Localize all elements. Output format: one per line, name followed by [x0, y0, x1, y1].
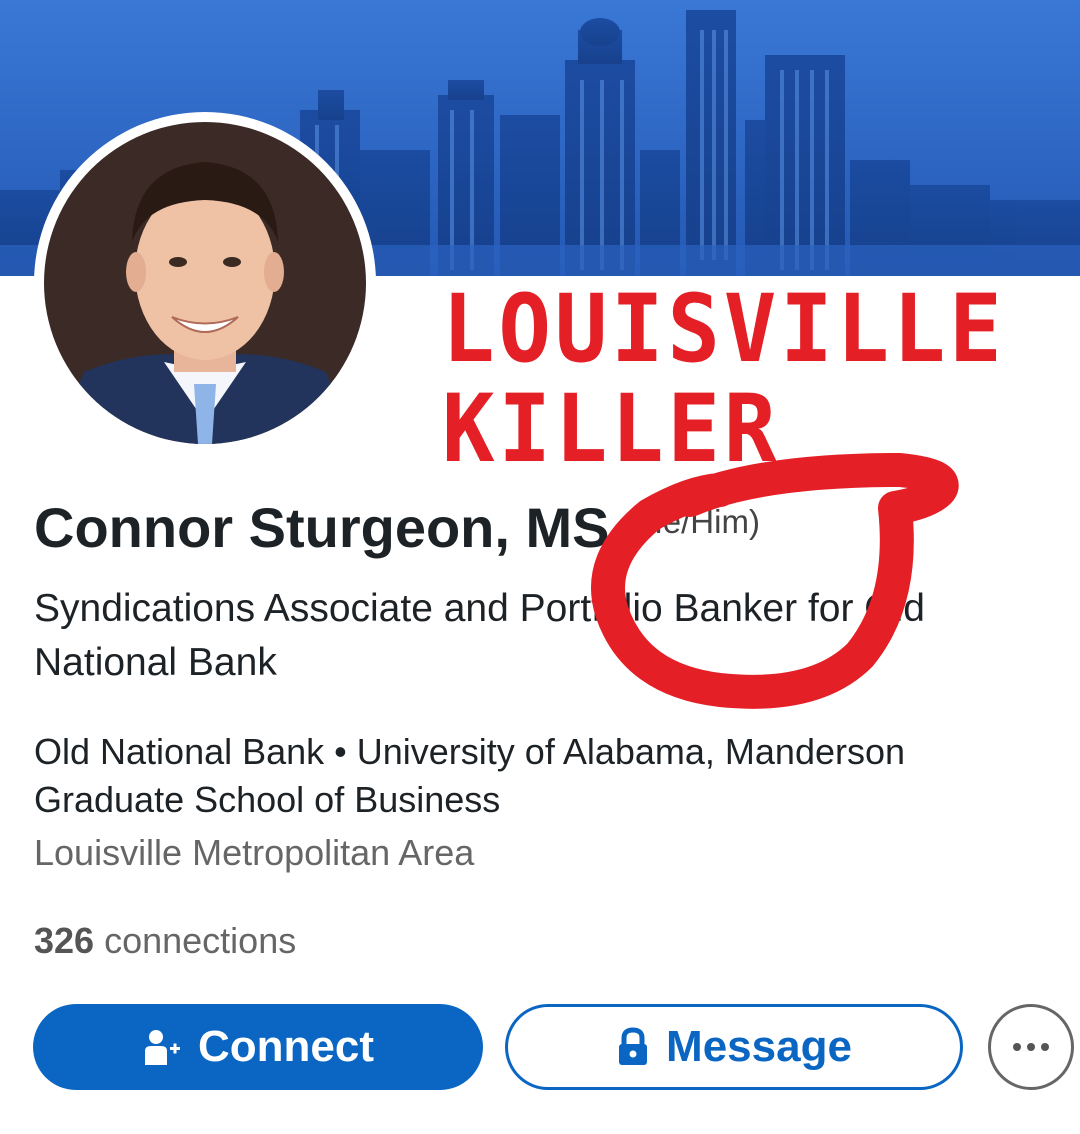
- avatar[interactable]: [34, 112, 376, 454]
- profile-affiliation[interactable]: Old National Bank • University of Alabam…: [34, 728, 1044, 824]
- connect-button[interactable]: Connect: [33, 1004, 483, 1090]
- profile-headline: Syndications Associate and Portfolio Ban…: [34, 587, 925, 684]
- more-actions-button[interactable]: [988, 1004, 1074, 1090]
- profile-photo: [44, 122, 366, 444]
- add-person-icon: [142, 1027, 182, 1067]
- overlay-line-2: KILLER: [442, 375, 781, 484]
- profile-pronouns: (He/Him): [627, 503, 760, 540]
- profile-location: Louisville Metropolitan Area: [34, 832, 475, 873]
- message-button[interactable]: Message: [505, 1004, 963, 1090]
- connections-count[interactable]: 326 connections: [34, 920, 296, 962]
- message-label: Message: [666, 1022, 852, 1071]
- lock-icon: [616, 1027, 650, 1067]
- overlay-caption: LOUISVILLE KILLER: [442, 280, 1006, 480]
- name-row: Connor Sturgeon, MS (He/Him): [34, 495, 760, 560]
- connections-number: 326: [34, 920, 95, 961]
- more-horizontal-icon: [1010, 1043, 1052, 1051]
- connect-label: Connect: [198, 1022, 374, 1071]
- overlay-line-1: LOUISVILLE: [442, 275, 1006, 384]
- profile-name: Connor Sturgeon, MS: [34, 496, 610, 559]
- connections-label: connections: [104, 920, 297, 961]
